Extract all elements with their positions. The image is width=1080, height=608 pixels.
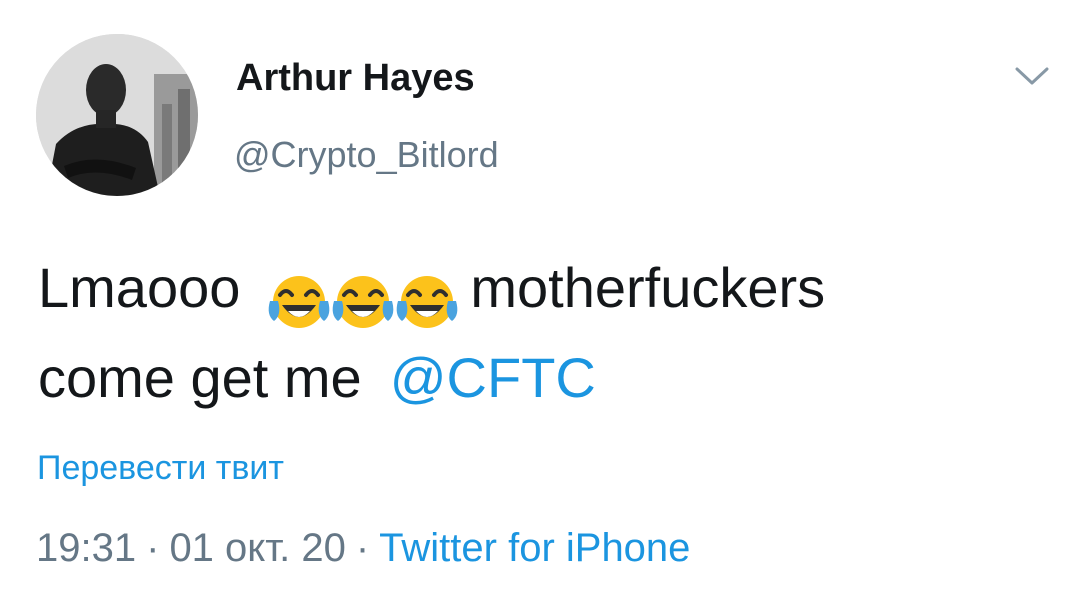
author-avatar[interactable] [36, 34, 198, 196]
tweet-line-1: Lmaooo motherfuckers [38, 248, 1048, 338]
tweet-text-after: motherfuckers [470, 256, 826, 319]
tweet-date[interactable]: 01 окт. 20 [169, 526, 345, 570]
avatar-photo [36, 34, 198, 196]
meta-separator: · [355, 526, 370, 570]
tweet-text-before: Lmaooo [38, 256, 241, 319]
tears-of-joy-emoji-icon [392, 271, 462, 333]
author-handle[interactable]: @Crypto_Bitlord [234, 134, 499, 176]
tweet-time[interactable]: 19:31 [36, 526, 136, 570]
tweet-source-link[interactable]: Twitter for iPhone [379, 526, 690, 570]
chevron-down-icon[interactable] [1014, 64, 1050, 88]
meta-separator: · [146, 526, 160, 570]
tweet-text: Lmaooo motherfuckers come get me @CFTC [38, 248, 1048, 418]
emoji-group [264, 258, 458, 338]
translate-tweet-link[interactable]: Перевести твит [37, 446, 284, 490]
tears-of-joy-emoji-icon [264, 271, 334, 333]
author-name[interactable]: Arthur Hayes [236, 56, 475, 100]
tweet-meta: 19:31 · 01 окт. 20 · Twitter for iPhone [36, 522, 690, 574]
mention-link[interactable]: @CFTC [390, 346, 596, 409]
tweet-text-line2: come get me [38, 346, 362, 409]
tweet-line-2: come get me @CFTC [38, 338, 1048, 418]
tears-of-joy-emoji-icon [328, 271, 398, 333]
